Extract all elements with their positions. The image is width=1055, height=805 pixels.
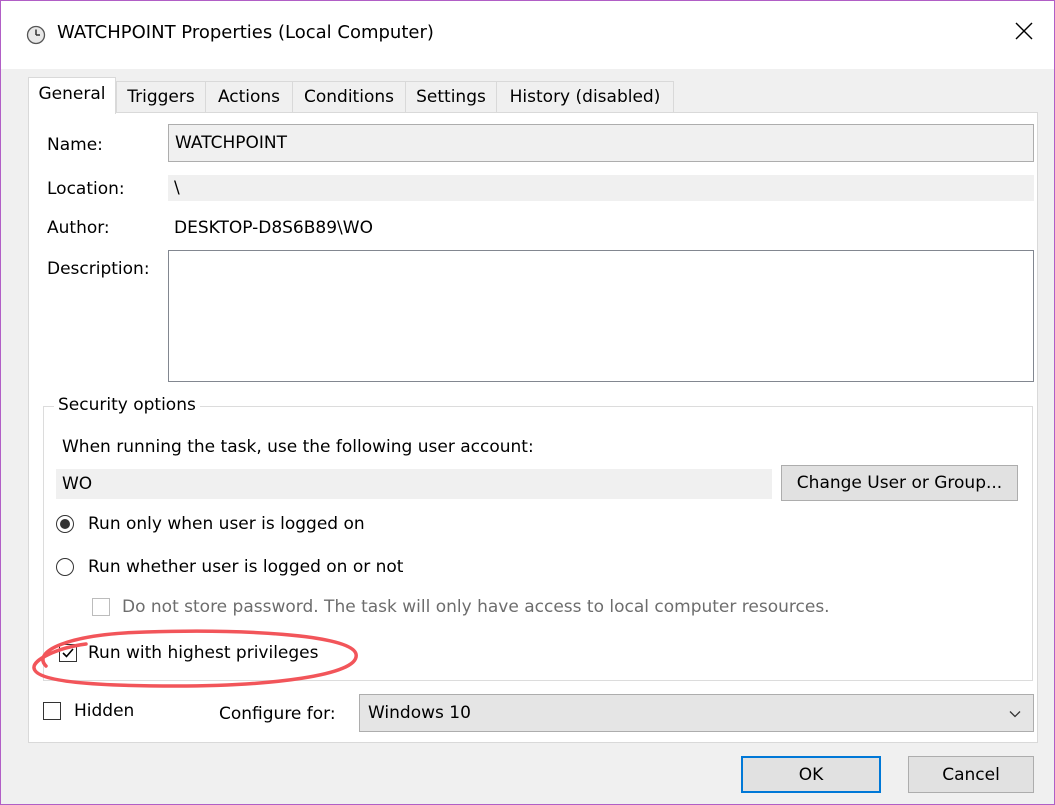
do-not-store-checkbox xyxy=(92,598,110,616)
run-logged-on-radio[interactable] xyxy=(56,515,74,533)
author-value: DESKTOP-D8S6B89\WO xyxy=(174,218,373,238)
hidden-checkbox[interactable] xyxy=(43,702,61,720)
tab-triggers[interactable]: Triggers xyxy=(116,81,206,112)
cancel-button[interactable]: Cancel xyxy=(908,756,1034,793)
close-button[interactable] xyxy=(994,1,1054,61)
clock-icon xyxy=(26,25,46,45)
user-account-field: WO xyxy=(56,469,772,499)
ok-button[interactable]: OK xyxy=(741,756,881,793)
location-value: \ xyxy=(174,178,180,198)
location-label: Location: xyxy=(47,179,125,199)
author-label: Author: xyxy=(47,218,110,238)
run-logged-on-label[interactable]: Run only when user is logged on xyxy=(88,514,365,534)
location-field: \ xyxy=(168,175,1034,201)
radio-selected-dot xyxy=(60,519,70,529)
chevron-down-icon xyxy=(1009,711,1021,718)
tab-settings[interactable]: Settings xyxy=(405,81,497,112)
title-bar: WATCHPOINT Properties (Local Computer) xyxy=(1,1,1054,69)
run-whether-label[interactable]: Run whether user is logged on or not xyxy=(88,557,403,577)
name-field[interactable]: WATCHPOINT xyxy=(168,124,1034,162)
red-circle-annotation xyxy=(32,629,358,688)
do-not-store-label: Do not store password. The task will onl… xyxy=(122,597,830,617)
description-label: Description: xyxy=(47,259,150,279)
tab-general[interactable]: General xyxy=(28,77,116,114)
properties-dialog: WATCHPOINT Properties (Local Computer) G… xyxy=(0,0,1055,805)
description-textarea[interactable] xyxy=(168,250,1034,382)
configure-for-select[interactable]: Windows 10 xyxy=(359,694,1034,732)
configure-for-label: Configure for: xyxy=(219,704,336,724)
hidden-label[interactable]: Hidden xyxy=(74,701,134,721)
user-account-value: WO xyxy=(62,474,93,494)
tab-conditions[interactable]: Conditions xyxy=(292,81,406,112)
name-label: Name: xyxy=(47,135,103,155)
tab-history[interactable]: History (disabled) xyxy=(496,81,674,112)
change-user-button[interactable]: Change User or Group... xyxy=(781,465,1018,501)
close-icon xyxy=(1015,22,1033,40)
window-title: WATCHPOINT Properties (Local Computer) xyxy=(57,22,434,43)
configure-for-value: Windows 10 xyxy=(368,703,471,723)
name-value: WATCHPOINT xyxy=(175,133,287,153)
tab-actions[interactable]: Actions xyxy=(205,81,293,112)
account-prompt: When running the task, use the following… xyxy=(62,437,534,457)
run-whether-radio[interactable] xyxy=(56,558,74,576)
security-options-title: Security options xyxy=(54,395,200,415)
